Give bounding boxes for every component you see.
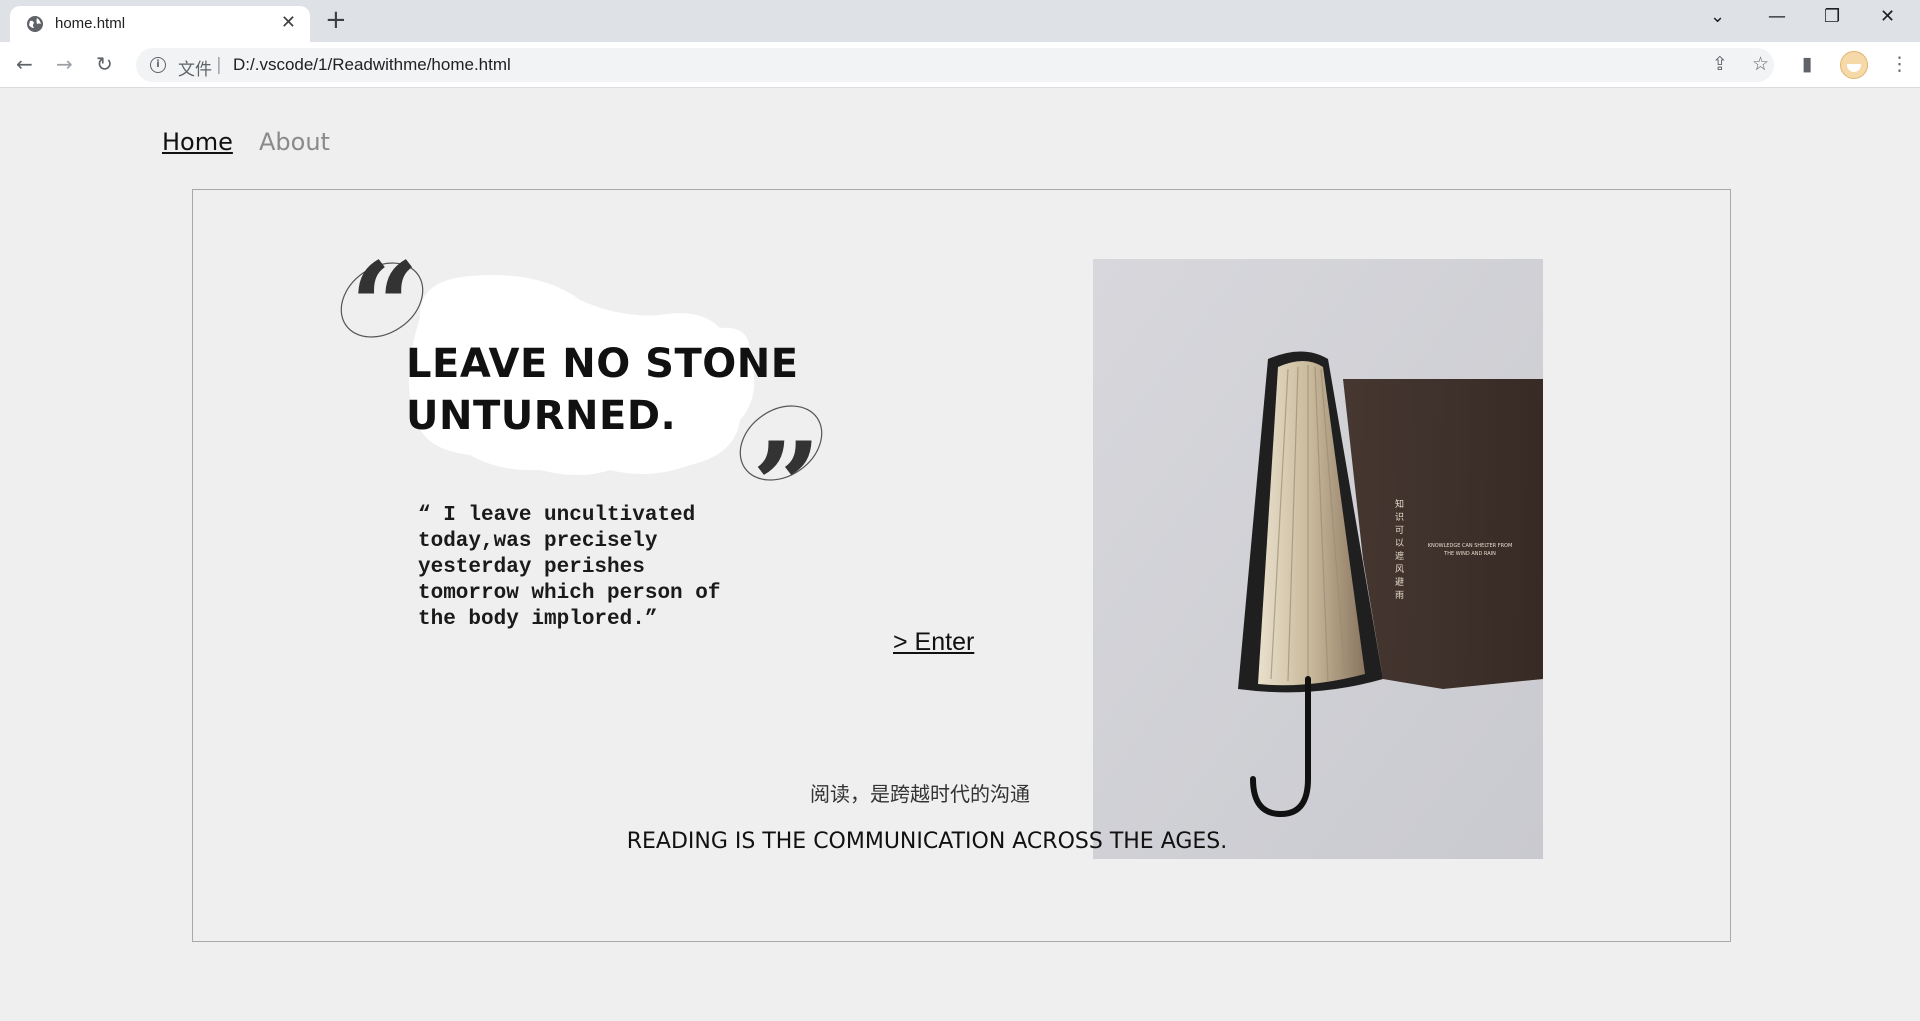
minimize-icon[interactable]: —	[1768, 6, 1786, 27]
quote-line: yesterday perishes	[418, 556, 645, 579]
headline-line-1: LEAVE NO STONE	[406, 341, 799, 387]
browser-toolbar: ← → ↻ i 文件 | D:/.vscode/1/Readwithme/hom…	[0, 42, 1920, 88]
star-icon[interactable]: ☆	[1752, 53, 1769, 75]
tab-title: home.html	[55, 15, 126, 32]
quote-line: the body implored.”	[418, 608, 658, 631]
address-separator: |	[216, 55, 222, 75]
hero-headline: LEAVE NO STONE UNTURNED.	[406, 338, 826, 442]
tab-strip: home.html ✕ + ⌄ — ❐ ✕	[0, 0, 1920, 42]
tab-search-icon[interactable]: ⌄	[1710, 6, 1725, 27]
enter-link[interactable]: > Enter	[893, 628, 974, 657]
headline-line-2: UNTURNED.	[406, 393, 677, 439]
close-tab-icon[interactable]: ✕	[281, 13, 296, 33]
quote-line: today,was precisely	[418, 530, 658, 553]
photo-small-text-2: THE WIND AND RAIN	[1443, 551, 1496, 557]
back-icon[interactable]: ←	[16, 52, 33, 76]
profile-avatar[interactable]	[1840, 51, 1868, 79]
share-icon[interactable]: ⇪	[1712, 53, 1728, 75]
reload-icon[interactable]: ↻	[96, 52, 113, 76]
forward-icon[interactable]: →	[56, 52, 73, 76]
nav-about-link[interactable]: About	[259, 128, 330, 156]
browser-tab[interactable]: home.html ✕	[10, 6, 310, 42]
scheme-label: 文件	[178, 60, 212, 80]
caption-english: READING IS THE COMMUNICATION ACROSS THE …	[626, 829, 1228, 854]
quote-line: tomorrow which person of	[418, 582, 721, 605]
side-panel-icon[interactable]: ▮	[1802, 53, 1812, 75]
kebab-menu-icon[interactable]: ⋮	[1890, 53, 1909, 75]
photo-vertical-text: 知识可以遮风避雨	[1393, 498, 1404, 603]
info-icon[interactable]: i	[150, 57, 166, 73]
globe-icon	[27, 16, 43, 32]
caption-chinese: 阅读，是跨越时代的沟通	[810, 782, 1030, 806]
book-umbrella-image: 知识可以遮风避雨 KNOWLEDGE CAN SHELTER FROM THE …	[1093, 259, 1543, 859]
quote-line: “ I leave uncultivated	[418, 504, 696, 527]
photo-small-text-1: KNOWLEDGE CAN SHELTER FROM	[1428, 543, 1513, 549]
address-bar[interactable]: i 文件 | D:/.vscode/1/Readwithme/home.html	[136, 48, 1774, 82]
window-close-icon[interactable]: ✕	[1880, 6, 1895, 27]
hero-quote: “ I leave uncultivated today,was precise…	[418, 503, 778, 633]
url-text[interactable]: D:/.vscode/1/Readwithme/home.html	[233, 55, 511, 75]
restore-icon[interactable]: ❐	[1824, 6, 1840, 27]
new-tab-icon[interactable]: +	[325, 7, 347, 33]
nav-home-link[interactable]: Home	[162, 128, 233, 156]
